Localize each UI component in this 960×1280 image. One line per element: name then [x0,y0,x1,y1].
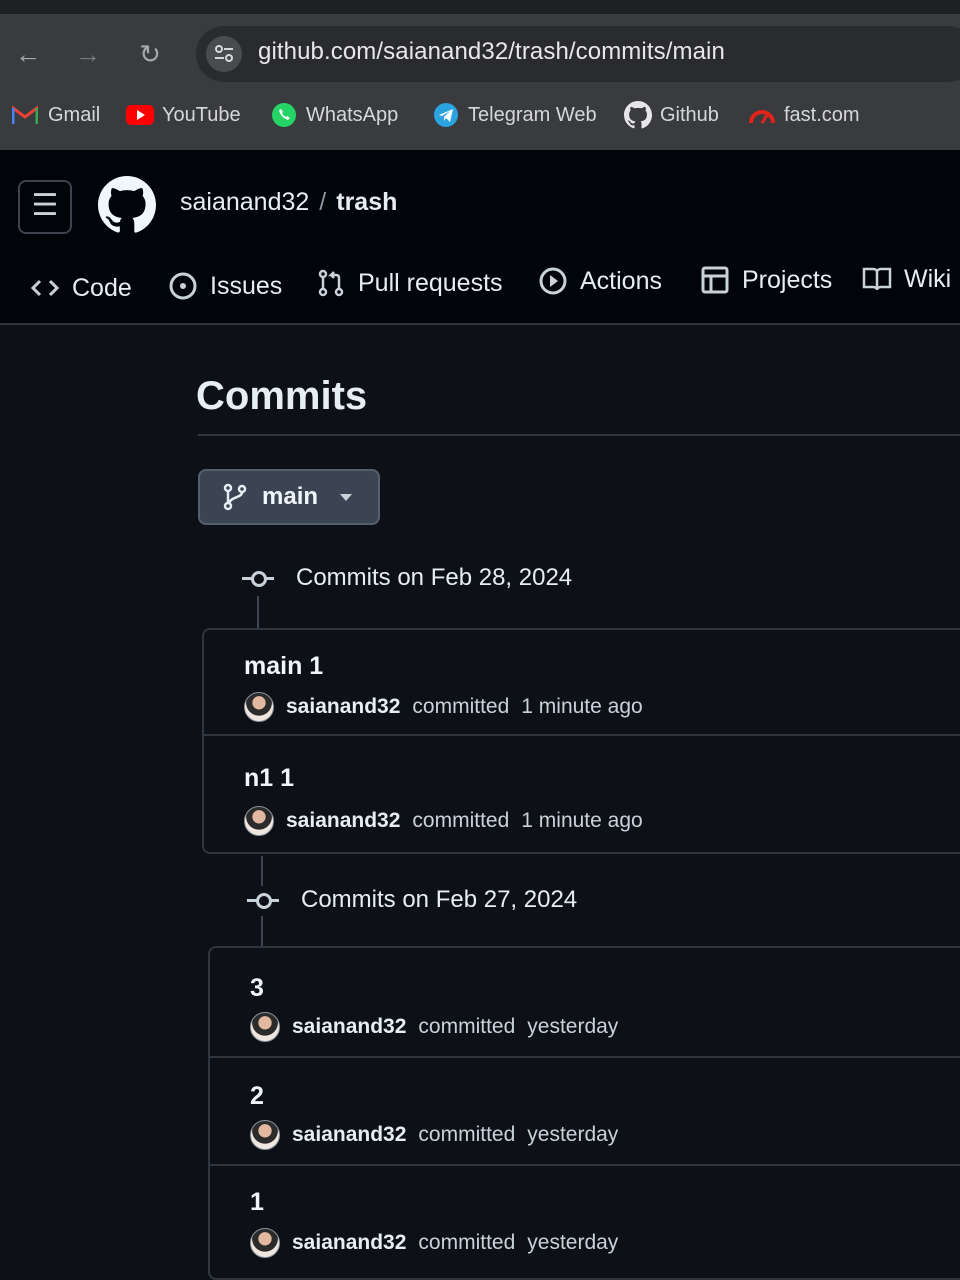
back-icon[interactable]: ← [12,38,44,70]
avatar[interactable] [244,806,274,836]
bookmark-github[interactable]: Github [624,100,719,130]
bookmark-telegram[interactable]: Telegram Web [432,100,597,130]
table-icon [701,266,729,294]
code-icon [30,279,60,297]
commit-group-date: Commits on Feb 27, 2024 [301,886,578,913]
commit-row[interactable]: 2 saianand32 committed yesterday [210,1058,960,1166]
whatsapp-icon [270,103,296,127]
page-title: Commits [196,374,368,418]
commit-meta: saianand32 committed yesterday [250,1120,618,1150]
commit-author[interactable]: saianand32 [292,1015,406,1039]
bookmark-youtube[interactable]: YouTube [126,100,241,130]
commit-author[interactable]: saianand32 [286,695,400,719]
youtube-icon [126,103,154,127]
commit-list: 3 saianand32 committed yesterday 2 saian… [208,946,960,1280]
tab-code[interactable]: Code [30,270,132,306]
git-commit-icon [242,568,274,588]
issue-icon [169,272,197,300]
commit-meta: saianand32 committed 1 minute ago [244,806,643,836]
tab-label: Projects [742,265,833,294]
commit-row[interactable]: 3 saianand32 committed yesterday [210,948,960,1058]
bookmark-label: Telegram Web [468,103,597,126]
commit-meta: saianand32 committed 1 minute ago [244,692,643,722]
tab-issues[interactable]: Issues [168,268,282,304]
commit-action: committed [418,1231,516,1254]
bookmark-label: WhatsApp [306,103,399,126]
commit-group-heading: Commits on Feb 28, 2024 [242,558,572,598]
avatar[interactable] [244,692,274,722]
caret-down-icon [340,493,353,501]
bookmark-fast[interactable]: fast.com [748,100,860,130]
tab-wiki[interactable]: Wiki [862,261,951,297]
commit-row[interactable]: main 1 saianand32 committed 1 minute ago [204,630,960,736]
tab-label: Wiki [904,264,952,293]
github-logo-icon[interactable] [98,176,157,234]
repo-owner-link[interactable]: saianand32 [180,188,309,216]
reload-icon[interactable]: ↻ [134,38,166,70]
gmail-icon [12,103,38,127]
bookmark-gmail[interactable]: Gmail [12,100,100,130]
bookmark-label: fast.com [784,103,860,126]
branch-name: main [262,483,319,510]
bookmark-label: YouTube [162,103,241,126]
commit-time: yesterday [527,1123,619,1146]
breadcrumb: saianand32 / trash [180,188,397,217]
fast-icon [748,103,775,127]
title-divider [198,434,960,436]
site-info-icon[interactable] [206,36,242,72]
commit-time: 1 minute ago [521,809,643,832]
git-branch-icon [223,483,247,511]
commit-group-date: Commits on Feb 28, 2024 [296,564,573,591]
commit-message[interactable]: 1 [250,1188,264,1217]
timeline-connector [257,596,259,630]
breadcrumb-separator: / [319,188,327,216]
url-text[interactable]: github.com/saianand32/trash/commits/main [258,38,725,66]
tab-projects[interactable]: Projects [700,262,832,298]
commit-action: committed [412,809,510,832]
repo-name-link[interactable]: trash [336,188,397,216]
tab-actions[interactable]: Actions [538,263,662,299]
commit-action: committed [418,1015,516,1038]
tab-pull-requests[interactable]: Pull requests [316,265,503,301]
github-icon [624,101,652,129]
timeline-connector [261,916,263,948]
bookmark-whatsapp[interactable]: WhatsApp [270,100,398,130]
telegram-icon [432,103,458,127]
commit-action: committed [412,695,510,718]
avatar[interactable] [250,1012,280,1042]
bookmark-label: Gmail [48,103,101,126]
commit-meta: saianand32 committed yesterday [250,1012,618,1042]
commit-message[interactable]: main 1 [244,652,323,681]
commit-meta: saianand32 committed yesterday [250,1228,618,1258]
commit-message[interactable]: 2 [250,1082,264,1111]
commit-message[interactable]: 3 [250,974,264,1003]
git-commit-icon [247,890,279,910]
bookmark-label: Github [660,103,719,126]
avatar[interactable] [250,1228,280,1258]
pull-request-icon [318,269,344,297]
commit-message[interactable]: n1 1 [244,764,294,793]
commit-author[interactable]: saianand32 [292,1231,406,1255]
book-icon [862,267,892,291]
commit-row[interactable]: n1 1 saianand32 committed 1 minute ago [204,736,960,854]
commit-row[interactable]: 1 saianand32 committed yesterday [210,1166,960,1280]
tab-label: Pull requests [358,268,503,297]
commit-list: main 1 saianand32 committed 1 minute ago… [202,628,960,854]
commit-group-heading: Commits on Feb 27, 2024 [247,880,577,920]
tab-label: Code [72,273,132,302]
play-icon [539,267,567,295]
commit-author[interactable]: saianand32 [286,809,400,833]
browser-tab-strip [0,0,960,14]
commit-time: 1 minute ago [521,695,643,718]
menu-icon[interactable]: ☰ [18,180,72,234]
branch-selector-button[interactable]: main [198,469,380,525]
commit-time: yesterday [527,1015,619,1038]
commit-action: committed [418,1123,516,1146]
tab-label: Issues [210,271,283,300]
avatar[interactable] [250,1120,280,1150]
commit-author[interactable]: saianand32 [292,1123,406,1147]
forward-icon[interactable]: → [72,38,104,70]
tab-label: Actions [580,266,662,295]
commit-time: yesterday [527,1231,619,1254]
